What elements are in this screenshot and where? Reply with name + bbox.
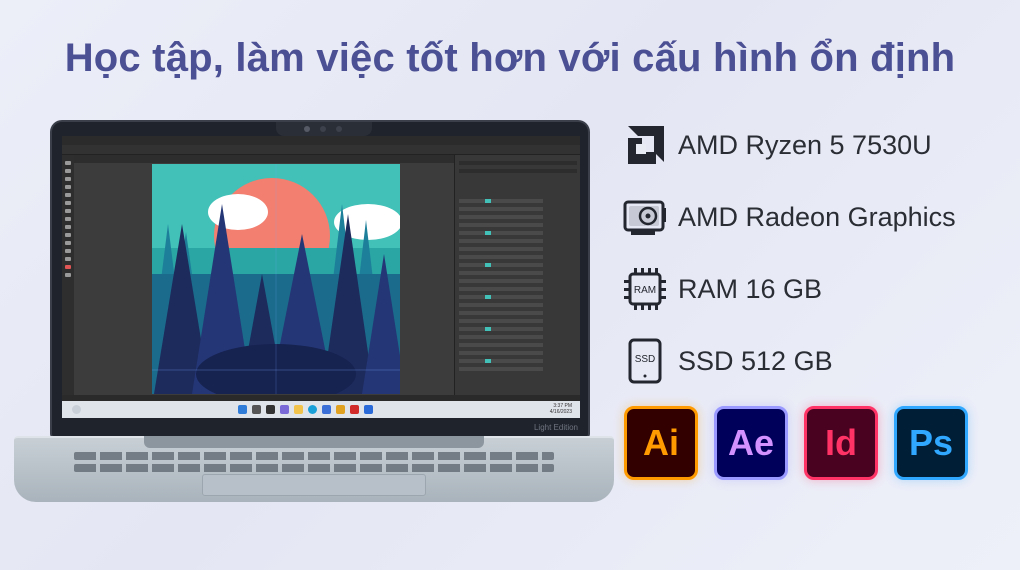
artboard-illustration [152,164,400,394]
search-icon [252,405,261,414]
app-menubar [62,136,580,145]
ram-chip-text: RAM [634,285,656,296]
spec-cpu: AMD Ryzen 5 7530U [622,122,1012,170]
task-view-icon [266,405,275,414]
layer-row [459,247,543,251]
panel-tabs [459,161,577,165]
layer-thumbnail [485,359,491,363]
layer-row [459,279,543,283]
photoshop-app-icon: Ps [894,406,968,480]
layer-row [459,239,543,243]
file-explorer-icon [294,405,303,414]
tool-icon [65,177,71,181]
layer-row [459,255,543,259]
spec-cpu-label: AMD Ryzen 5 7530U [678,130,932,160]
weather-icon [72,405,81,414]
layer-row [459,271,543,275]
start-icon [238,405,247,414]
layer-thumbnail [485,263,491,267]
ssd-drive-icon: SSD [628,338,662,384]
dropbox-icon [364,405,373,414]
illustrator-app-icon: Ai [624,406,698,480]
layer-thumbnail [485,295,491,299]
tool-icon [65,257,71,261]
layer-thumbnail [485,199,491,203]
laptop-image: 3:37 PM 4/16/2023 Light Edition [14,120,614,510]
tool-icon [65,273,71,277]
webcam-bar [276,122,372,136]
layers-panel [454,155,580,395]
tool-icon [65,209,71,213]
layer-row [459,207,543,211]
after-effects-app-icon: Ae [714,406,788,480]
forest-illustration [152,164,400,394]
layer-row [459,327,543,331]
layer-row [459,319,543,323]
document-tabs [74,155,454,163]
spec-gpu: AMD Radeon Graphics [622,194,1012,242]
keyboard-row [74,452,554,460]
layer-row [459,335,543,339]
spec-ssd-label: SSD 512 GB [678,346,833,376]
ssd-drive-text: SSD [635,354,656,365]
taskbar-clock: 3:37 PM 4/16/2023 [550,403,572,415]
tool-icon [65,249,71,253]
panel-tabs [459,169,577,173]
tool-icon [65,241,71,245]
page-headline: Học tập, làm việc tốt hơn với cấu hình ổ… [64,36,956,80]
chat-icon [280,405,289,414]
spec-ram: RAM RAM 16 GB [622,266,1012,314]
layer-row [459,343,543,347]
layer-row [459,287,543,291]
tool-icon [65,201,71,205]
layer-row [459,263,543,267]
webcam-lens [304,126,310,132]
amd-logo-icon [628,126,664,164]
keyboard-row [74,464,554,472]
layer-row [459,295,543,299]
layer-row [459,351,543,355]
tools-panel [62,155,74,395]
tool-icon [65,233,71,237]
layer-row [459,231,543,235]
laptop-lid: 3:37 PM 4/16/2023 Light Edition [50,120,590,438]
tool-icon [65,217,71,221]
graphics-card-icon [623,200,666,235]
tool-icon [65,161,71,165]
layer-row [459,215,543,219]
tool-icon [65,193,71,197]
mcafee-icon [350,405,359,414]
laptop-brand-tag: Light Edition [533,423,578,432]
spec-gpu-label: AMD Radeon Graphics [678,202,956,232]
layer-row [459,311,543,315]
ram-chip-icon: RAM [624,268,666,310]
laptop-hinge [144,436,484,448]
tool-icon [65,169,71,173]
webcam-shutter [336,126,342,132]
color-swatch-icon [65,265,71,269]
spec-ssd: SSD SSD 512 GB [622,338,1012,386]
app-options-bar [62,145,580,155]
layer-row [459,367,543,371]
layer-row [459,199,543,203]
layer-thumbnail [485,327,491,331]
webcam-sensor [320,126,326,132]
layer-thumbnail [485,231,491,235]
windows-taskbar: 3:37 PM 4/16/2023 [62,401,580,418]
store-icon [322,405,331,414]
clock-date: 4/16/2023 [549,409,572,415]
illustrator-taskbar-icon [336,405,345,414]
layer-row [459,223,543,227]
laptop-screen: 3:37 PM 4/16/2023 [62,136,580,418]
indesign-app-icon: Id [804,406,878,480]
edge-icon [308,405,317,414]
layer-row [459,303,543,307]
spec-ram-label: RAM 16 GB [678,274,823,304]
tool-icon [65,225,71,229]
tool-icon [65,185,71,189]
laptop-touchpad [202,474,426,496]
page: Học tập, làm việc tốt hơn với cấu hình ổ… [0,0,1020,570]
layer-row [459,359,543,363]
